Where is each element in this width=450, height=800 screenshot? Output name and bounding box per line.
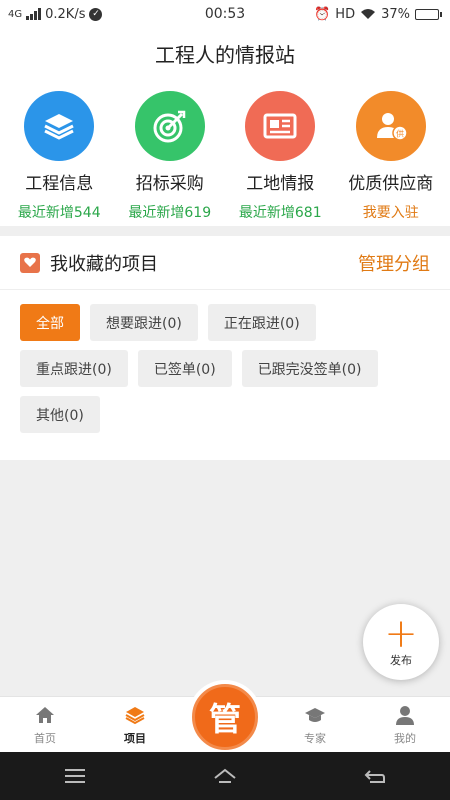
heart-icon [20,252,40,273]
nav-mine[interactable]: 我的 [360,697,450,752]
system-nav-bar [0,752,450,800]
tag-unsigned[interactable]: 已跟完没签单(0) [241,350,378,387]
status-right: ⏰ HD 37% [262,7,442,22]
center-manage-icon: 管 [192,684,258,750]
network-speed: 0.2K/s [45,6,86,22]
tag-key-follow[interactable]: 重点跟进(0) [20,350,128,387]
category-title: 工程信息 [25,174,94,194]
tag-other[interactable]: 其他(0) [20,396,100,433]
category-icon-bg [245,91,316,161]
menu-icon[interactable] [62,765,88,787]
status-bar: 4G 0.2K/s ✓ 00:53 ⏰ HD 37% [0,0,450,28]
tag-following[interactable]: 正在跟进(0) [207,304,316,341]
category-grid: 工程信息 最近新增544 招标采购 最近新增619 工地情报 最近新增681 供… [0,78,450,226]
nav-projects[interactable]: 项目 [90,697,180,752]
wifi-icon [361,9,376,19]
nav-home[interactable]: 首页 [0,697,90,752]
check-icon: ✓ [89,7,103,21]
category-supplier[interactable]: 供 优质供应商 我要入驻 [337,78,445,226]
layers-icon [125,706,145,724]
layers-icon [44,114,74,140]
category-site-intel[interactable]: 工地情报 最近新增681 [226,78,334,226]
target-icon [153,110,185,143]
category-project-info[interactable]: 工程信息 最近新增544 [5,78,113,226]
manage-groups-button[interactable]: 管理分组 [358,250,430,276]
network-type: 4G [8,8,23,20]
nav-label: 我的 [394,731,416,745]
tag-all[interactable]: 全部 [20,304,80,341]
favorites-section: 我收藏的项目 管理分组 全部 想要跟进(0) 正在跟进(0) 重点跟进(0) 已… [0,236,450,460]
newspaper-icon [263,113,297,139]
center-manage-button[interactable]: 管 [188,680,262,754]
signal-icon [26,8,42,20]
svg-text:供: 供 [396,129,404,139]
nav-label: 专家 [304,731,326,745]
group-tags: 全部 想要跟进(0) 正在跟进(0) 重点跟进(0) 已签单(0) 已跟完没签单… [0,290,450,433]
alarm-icon: ⏰ [314,6,331,22]
status-time: 00:53 [204,6,246,22]
publish-button[interactable]: + 发布 [363,604,439,680]
join-link[interactable]: 我要入驻 [363,202,419,222]
tag-want-follow[interactable]: 想要跟进(0) [90,304,198,341]
favorites-title-wrap: 我收藏的项目 [20,250,158,276]
graduation-cap-icon [305,707,325,722]
category-icon-bg [24,91,95,161]
tag-signed[interactable]: 已签单(0) [137,350,232,387]
battery-icon [415,8,442,20]
home-icon [36,706,54,723]
category-icon-bg [134,91,205,161]
home-nav-icon[interactable] [212,765,238,787]
battery-percent: 37% [381,6,410,22]
category-title: 招标采购 [135,174,204,194]
status-left: 4G 0.2K/s ✓ [8,7,188,22]
category-title: 工地情报 [246,174,315,194]
nav-experts[interactable]: 专家 [270,697,360,752]
favorites-header: 我收藏的项目 管理分组 [0,236,450,290]
page-title: 工程人的情报站 [155,42,295,67]
category-subtitle: 最近新增681 [238,205,322,221]
back-icon[interactable] [362,765,388,787]
person-icon [396,705,414,725]
app-header: 工程人的情报站 [0,28,450,78]
publish-label: 发布 [390,654,412,667]
category-title: 优质供应商 [348,174,434,194]
favorites-title: 我收藏的项目 [50,253,158,275]
category-subtitle: 最近新增544 [17,205,101,221]
category-bidding[interactable]: 招标采购 最近新增619 [116,78,224,226]
hd-label: HD [335,6,356,22]
category-subtitle: 最近新增619 [128,205,212,221]
plus-icon: + [384,611,418,657]
category-icon-bg: 供 [355,91,426,161]
nav-label: 首页 [34,731,56,745]
nav-label: 项目 [124,731,146,745]
supplier-icon: 供 [376,113,408,141]
